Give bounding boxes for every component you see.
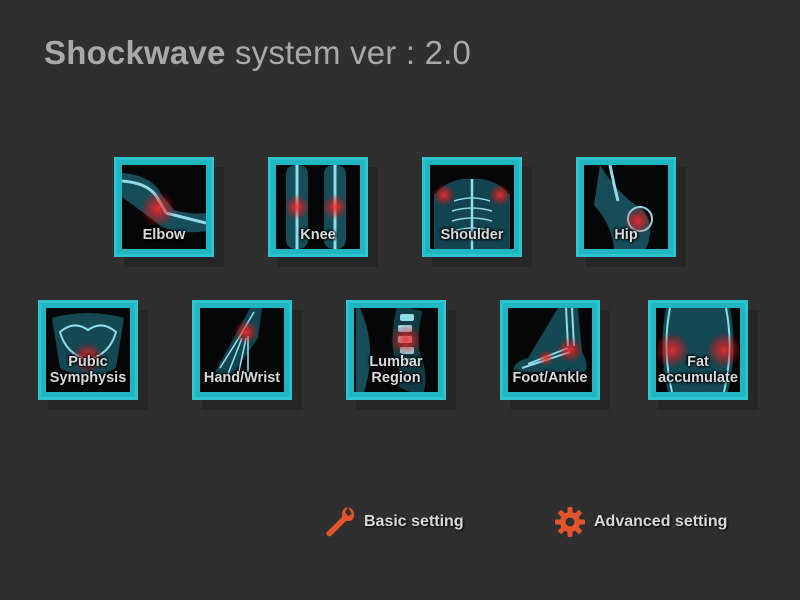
tile-fat-accumulate[interactable]: Fat accumulate [648,300,758,410]
tile-label: Elbow [142,227,186,243]
tile-foot-ankle[interactable]: Foot/Ankle [500,300,610,410]
basic-setting-label: Basic setting [364,513,464,530]
app-title: Shockwave system ver : 2.0 [44,34,471,72]
tile-label: Foot/Ankle [512,370,588,386]
tile-pubic-symphysis[interactable]: Pubic Symphysis [38,300,148,410]
tile-hip[interactable]: Hip [576,157,686,267]
tile-hand-wrist[interactable]: Hand/Wrist [192,300,302,410]
gear-icon [555,507,585,537]
tile-shoulder[interactable]: Shoulder [422,157,532,267]
advanced-setting-button[interactable]: Advanced setting [554,506,727,538]
wrench-icon [326,507,354,537]
tile-label: Lumbar Region [369,354,423,386]
tile-lumbar-region[interactable]: Lumbar Region [346,300,456,410]
app-subtitle: system ver : [234,34,416,71]
advanced-setting-label: Advanced setting [594,513,728,530]
tile-knee[interactable]: Knee [268,157,378,267]
tile-label: Fat accumulate [658,354,738,386]
basic-setting-button[interactable]: Basic setting [324,505,464,539]
tile-label: Pubic Symphysis [49,354,127,386]
tile-label: Knee [300,227,336,243]
tile-label: Shoulder [440,227,504,243]
tile-label: Hip [614,227,638,243]
tile-elbow[interactable]: Elbow [114,157,224,267]
tile-label: Hand/Wrist [203,370,281,386]
app-brand: Shockwave [44,34,226,71]
app-version: 2.0 [424,34,472,71]
